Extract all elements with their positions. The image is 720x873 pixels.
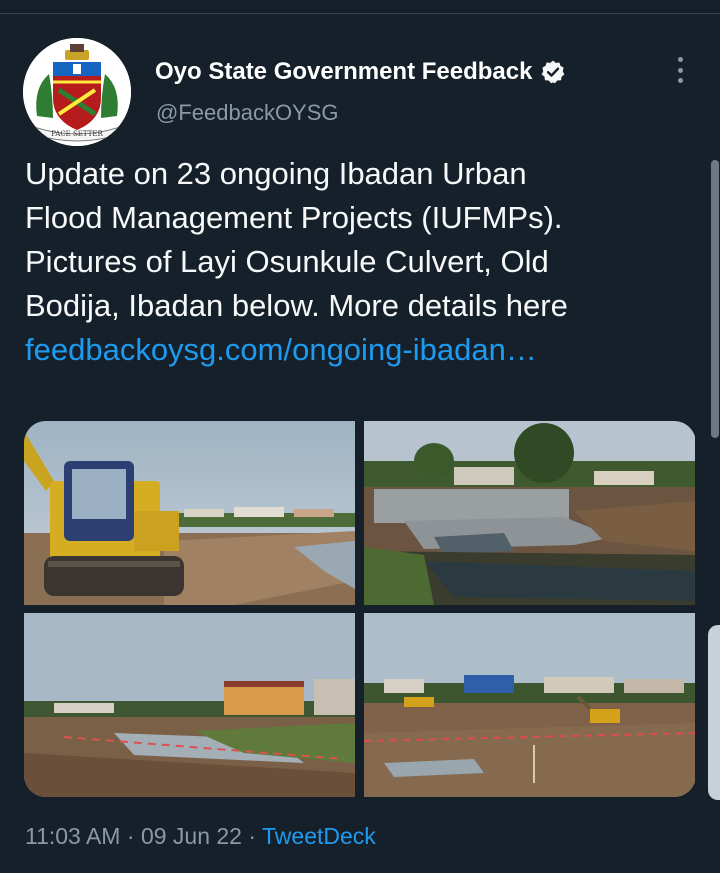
tweet-text-line: Pictures of Layi Osunkule Culvert, Old [25, 244, 549, 279]
photo-channel[interactable] [24, 613, 355, 797]
tweet-text-line: Flood Management Projects (IUFMPs). [25, 200, 563, 235]
more-options-icon [677, 57, 683, 62]
tweet-text-line: Bodija, Ibadan below. More details here [25, 288, 568, 323]
svg-text:PACE SETTER: PACE SETTER [51, 130, 103, 138]
tweet-source-link[interactable]: TweetDeck [262, 823, 376, 849]
tweet-text: Update on 23 ongoing Ibadan Urban Flood … [25, 152, 697, 372]
meta-separator: · [248, 823, 257, 849]
more-options-dot [677, 67, 683, 73]
more-options-button[interactable] [666, 54, 694, 86]
avatar[interactable]: PACE SETTER [23, 38, 131, 146]
scrollbar[interactable] [711, 160, 719, 438]
author-handle[interactable]: @FeedbackOYSG [156, 100, 339, 126]
photo-channel-image [24, 613, 355, 797]
coat-of-arms-icon: PACE SETTER [23, 38, 131, 146]
tweet-meta: 11:03 AM · 09 Jun 22 · TweetDeck [25, 823, 376, 850]
photo-culvert-image [364, 421, 695, 605]
author-name[interactable]: Oyo State Government Feedback [155, 58, 532, 86]
photo-culvert[interactable] [364, 421, 695, 605]
photo-excavator-image [24, 421, 355, 605]
tweet-time[interactable]: 11:03 AM [25, 823, 120, 849]
tweet-text-line: Update on 23 ongoing Ibadan Urban [25, 156, 527, 191]
photo-site[interactable] [364, 613, 695, 797]
top-divider [0, 13, 720, 14]
photo-site-image [364, 613, 695, 797]
photo-excavator[interactable] [24, 421, 355, 605]
tweet-link[interactable]: feedbackoysg.com/ongoing-ibadan… [25, 328, 697, 372]
verified-badge-icon [542, 60, 565, 84]
tweet-date[interactable]: 09 Jun 22 [141, 823, 242, 849]
more-options-dot [677, 78, 683, 83]
side-panel-handle[interactable] [708, 625, 720, 800]
meta-separator: · [126, 823, 135, 849]
author-name-row: Oyo State Government Feedback [155, 58, 566, 86]
media-grid [24, 421, 696, 797]
